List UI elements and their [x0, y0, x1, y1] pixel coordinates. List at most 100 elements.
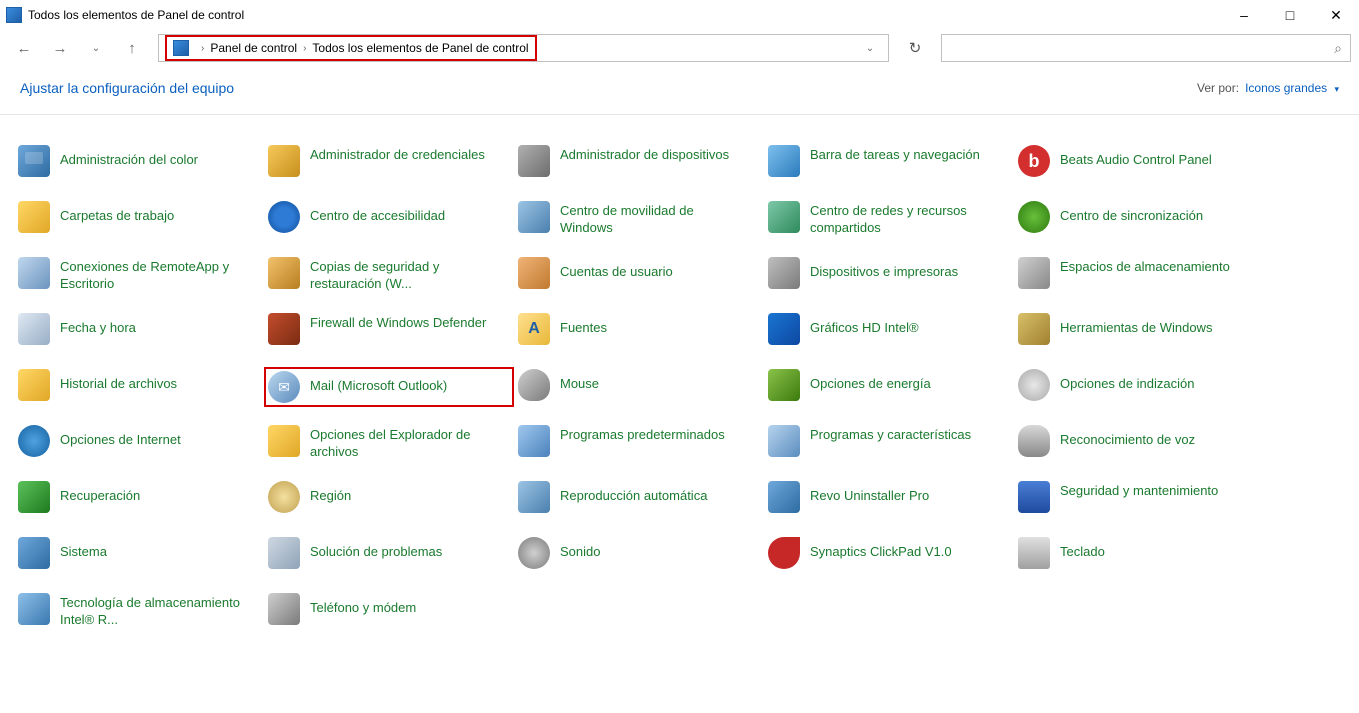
minimize-button[interactable]: –: [1221, 0, 1267, 30]
cp-item[interactable]: Gráficos HD Intel®: [764, 311, 1014, 351]
cp-item[interactable]: Fuentes: [514, 311, 764, 351]
cp-item[interactable]: Herramientas de Windows: [1014, 311, 1264, 351]
cp-item[interactable]: Opciones de Internet: [14, 423, 264, 463]
cp-item-label: Región: [310, 481, 351, 505]
up-button[interactable]: ↑: [116, 34, 148, 62]
beats-icon: [1018, 145, 1050, 177]
cp-item[interactable]: Barra de tareas y navegación: [764, 143, 1014, 183]
mobility-icon: [518, 201, 550, 233]
search-box[interactable]: ⌕: [941, 34, 1351, 62]
cp-item[interactable]: Sonido: [514, 535, 764, 575]
cp-item[interactable]: Cuentas de usuario: [514, 255, 764, 295]
refresh-button[interactable]: ↻: [899, 34, 931, 62]
sound-icon: [518, 537, 550, 569]
firewall-icon: [268, 313, 300, 345]
date-icon: [18, 313, 50, 345]
cp-item[interactable]: Mouse: [514, 367, 764, 407]
cp-item[interactable]: Programas y características: [764, 423, 1014, 463]
revo-icon: [768, 481, 800, 513]
cp-item[interactable]: Centro de movilidad de Windows: [514, 199, 764, 239]
cp-item[interactable]: Administrador de dispositivos: [514, 143, 764, 183]
cp-item-label: Seguridad y mantenimiento: [1060, 481, 1218, 500]
cp-item-label: Revo Uninstaller Pro: [810, 481, 929, 505]
cp-item-label: Centro de redes y recursos compartidos: [810, 201, 990, 237]
cp-item[interactable]: Synaptics ClickPad V1.0: [764, 535, 1014, 575]
maximize-button[interactable]: □: [1267, 0, 1313, 30]
cp-item-label: Administrador de credenciales: [310, 145, 485, 164]
breadcrumb-root[interactable]: Panel de control: [210, 41, 297, 55]
cp-item-label: Opciones de indización: [1060, 369, 1194, 393]
viewby-dropdown[interactable]: Iconos grandes ▾: [1245, 81, 1339, 95]
cp-item[interactable]: Conexiones de RemoteApp y Escritorio: [14, 255, 264, 295]
cp-item[interactable]: Opciones de indización: [1014, 367, 1264, 407]
cp-item[interactable]: Tecnología de almacenamiento Intel® R...: [14, 591, 264, 631]
access-icon: [268, 201, 300, 233]
cp-item[interactable]: Solución de problemas: [264, 535, 514, 575]
cp-item[interactable]: Centro de sincronización: [1014, 199, 1264, 239]
cp-item-label: Historial de archivos: [60, 369, 177, 393]
sync-icon: [1018, 201, 1050, 233]
phone-icon: [268, 593, 300, 625]
address-dropdown-icon[interactable]: ⌄: [858, 43, 882, 54]
breadcrumb-highlight: › Panel de control › Todos los elementos…: [165, 35, 537, 61]
cp-item-label: Copias de seguridad y restauración (W...: [310, 257, 490, 293]
cp-item[interactable]: Teclado: [1014, 535, 1264, 575]
cp-item[interactable]: Programas predeterminados: [514, 423, 764, 463]
address-bar[interactable]: › Panel de control › Todos los elementos…: [158, 34, 889, 62]
power-icon: [768, 369, 800, 401]
cp-item[interactable]: Copias de seguridad y restauración (W...: [264, 255, 514, 295]
cp-item[interactable]: Administrador de credenciales: [264, 143, 514, 183]
cp-item-label: Opciones de Internet: [60, 425, 181, 449]
cp-item[interactable]: Espacios de almacenamiento: [1014, 255, 1264, 295]
speech-icon: [1018, 425, 1050, 457]
cp-item[interactable]: Fecha y hora: [14, 311, 264, 351]
index-icon: [1018, 369, 1050, 401]
cp-item-label: Programas predeterminados: [560, 425, 725, 444]
cp-item[interactable]: Sistema: [14, 535, 264, 575]
recent-button[interactable]: ⌄: [80, 34, 112, 62]
cp-item[interactable]: Seguridad y mantenimiento: [1014, 479, 1264, 519]
cp-item-label: Teclado: [1060, 537, 1105, 561]
cp-item[interactable]: Opciones de energía: [764, 367, 1014, 407]
cp-item[interactable]: Región: [264, 479, 514, 519]
cp-item[interactable]: Centro de redes y recursos compartidos: [764, 199, 1014, 239]
mouse-icon: [518, 369, 550, 401]
cp-item[interactable]: Recuperación: [14, 479, 264, 519]
app-icon: [6, 7, 22, 23]
subheader: Ajustar la configuración del equipo Ver …: [0, 66, 1359, 115]
cp-item-label: Opciones del Explorador de archivos: [310, 425, 490, 461]
cp-item[interactable]: Administración del color: [14, 143, 264, 183]
search-icon[interactable]: ⌕: [1334, 40, 1342, 57]
breadcrumb-current[interactable]: Todos los elementos de Panel de control: [312, 41, 528, 55]
cp-item[interactable]: Centro de accesibilidad: [264, 199, 514, 239]
cp-item[interactable]: Reconocimiento de voz: [1014, 423, 1264, 463]
chevron-right-icon: ›: [303, 43, 306, 54]
cp-item-label: Centro de accesibilidad: [310, 201, 445, 225]
cp-item[interactable]: Reproducción automática: [514, 479, 764, 519]
cp-item[interactable]: Firewall de Windows Defender: [264, 311, 514, 351]
cp-item-label: Fuentes: [560, 313, 607, 337]
taskbar-icon: [768, 145, 800, 177]
cp-item[interactable]: Beats Audio Control Panel: [1014, 143, 1264, 183]
cp-item[interactable]: Mail (Microsoft Outlook): [264, 367, 514, 407]
cp-item[interactable]: Carpetas de trabajo: [14, 199, 264, 239]
cp-item-label: Herramientas de Windows: [1060, 313, 1212, 337]
back-button[interactable]: ←: [8, 34, 40, 62]
chevron-right-icon: ›: [201, 43, 204, 54]
cp-item[interactable]: Revo Uninstaller Pro: [764, 479, 1014, 519]
inteltech-icon: [18, 593, 50, 625]
cp-item[interactable]: Historial de archivos: [14, 367, 264, 407]
folder-icon: [18, 201, 50, 233]
search-input[interactable]: [950, 41, 1334, 55]
close-button[interactable]: ✕: [1313, 0, 1359, 30]
page-title: Ajustar la configuración del equipo: [20, 80, 234, 96]
cp-item[interactable]: Opciones del Explorador de archivos: [264, 423, 514, 463]
cp-item-label: Sistema: [60, 537, 107, 561]
cp-item-label: Espacios de almacenamiento: [1060, 257, 1230, 276]
forward-button[interactable]: →: [44, 34, 76, 62]
synaptics-icon: [768, 537, 800, 569]
programs-icon: [768, 425, 800, 457]
cp-item-label: Sonido: [560, 537, 600, 561]
cp-item[interactable]: Dispositivos e impresoras: [764, 255, 1014, 295]
cp-item[interactable]: Teléfono y módem: [264, 591, 514, 631]
